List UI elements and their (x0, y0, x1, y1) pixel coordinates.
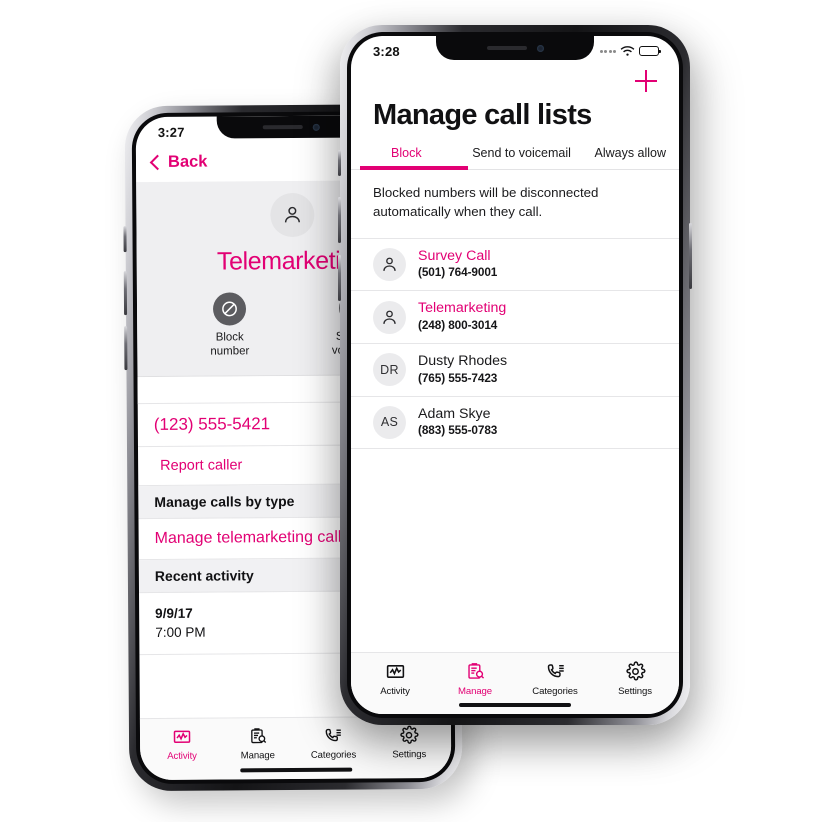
tab-categories-label: Categories (532, 686, 578, 697)
list-item[interactable]: AS Adam Skye (883) 555-0783 (351, 397, 679, 450)
contact-text: Adam Skye (883) 555-0783 (418, 406, 497, 440)
call-list-tabs: Block Send to voicemail Always allow (351, 132, 679, 170)
volume-down-button[interactable] (124, 326, 128, 371)
volume-up-button[interactable] (123, 271, 128, 316)
contact-number: (248) 800-3014 (418, 318, 498, 333)
tab-manage-label: Manage (240, 750, 275, 762)
front-tab-bar: Activity Manage Categories Settings (351, 652, 679, 714)
clipboard-search-icon (467, 663, 484, 679)
contact-number: (501) 764-9001 (418, 265, 498, 280)
activity-chart-icon (386, 665, 404, 678)
contact-name: Adam Skye (418, 405, 491, 422)
active-tab-underline (360, 166, 468, 170)
avatar (373, 247, 406, 281)
back-tab-bar: Activity Manage Categories Settings (139, 715, 452, 781)
chevron-left-icon (149, 154, 166, 170)
volume-up-button[interactable] (338, 197, 341, 243)
person-icon (383, 257, 396, 271)
contact-name: Telemarketing (418, 300, 507, 317)
gear-icon (400, 725, 419, 744)
person-icon (383, 310, 396, 324)
wifi-icon (620, 46, 635, 56)
front-phone-device: 3:28 Manage call lists Block Send to voi… (338, 25, 692, 725)
signal-dots-icon (599, 49, 616, 53)
battery-icon (639, 46, 661, 56)
gear-icon (625, 661, 645, 681)
avatar (373, 300, 406, 334)
list-item[interactable]: Telemarketing (248) 800-3014 (351, 291, 679, 344)
mute-switch[interactable] (338, 150, 341, 176)
add-row (351, 66, 679, 92)
avatar (269, 192, 315, 238)
tab-send-to-voicemail[interactable]: Send to voicemail (462, 146, 582, 169)
block-circle-icon (212, 292, 247, 326)
block-number-label-line2: number (210, 345, 250, 358)
contact-name: Survey Call (418, 247, 491, 264)
tab-activity-label: Activity (167, 750, 197, 762)
clipboard-search-icon (250, 728, 266, 744)
mute-switch[interactable] (123, 226, 127, 253)
tab-activity[interactable]: Activity (144, 727, 220, 781)
status-time: 3:28 (373, 43, 400, 59)
person-icon (284, 206, 300, 223)
tab-activity-label: Activity (380, 686, 410, 697)
back-nav-label: Back (167, 152, 208, 171)
volume-down-button[interactable] (338, 255, 341, 301)
contact-text: Dusty Rhodes (765) 555-7423 (418, 353, 507, 387)
contact-number: (765) 555-7423 (418, 370, 498, 385)
block-number-label-line1: Block (215, 331, 244, 344)
tab-settings[interactable]: Settings (595, 661, 675, 714)
contact-number: (883) 555-0783 (418, 423, 498, 438)
phone-list-icon (325, 728, 342, 742)
power-button[interactable] (689, 223, 692, 289)
tab-settings-label: Settings (618, 686, 652, 697)
contact-name: Dusty Rhodes (418, 352, 508, 369)
block-number-action[interactable]: Block number (190, 292, 268, 359)
page-title: Manage call lists (373, 99, 592, 131)
add-number-button[interactable] (635, 70, 657, 92)
avatar: DR (373, 353, 406, 387)
blocked-contact-list: Survey Call (501) 764-9001 Telemarketing… (351, 239, 679, 450)
contact-text: Telemarketing (248) 800-3014 (418, 300, 506, 334)
tab-manage-label: Manage (457, 686, 493, 697)
status-right-group (599, 45, 661, 57)
avatar: AS (373, 405, 406, 439)
front-phone-screen: 3:28 Manage call lists Block Send to voi… (351, 36, 679, 714)
contact-text: Survey Call (501) 764-9001 (418, 248, 497, 282)
blocked-numbers-description: Blocked numbers will be disconnected aut… (351, 170, 679, 239)
phone-list-icon (547, 664, 564, 678)
list-item[interactable]: Survey Call (501) 764-9001 (351, 239, 679, 292)
status-time: 3:27 (157, 124, 185, 140)
tab-activity[interactable]: Activity (355, 661, 435, 714)
home-indicator[interactable] (459, 702, 571, 707)
tab-categories-label: Categories (310, 749, 357, 761)
front-phone-bezel: 3:28 Manage call lists Block Send to voi… (347, 32, 683, 718)
tab-settings[interactable]: Settings (371, 725, 447, 779)
front-status-bar: 3:28 (351, 36, 679, 66)
list-item[interactable]: DR Dusty Rhodes (765) 555-7423 (351, 344, 679, 397)
tab-always-allow[interactable]: Always allow (582, 146, 679, 169)
home-indicator[interactable] (239, 767, 352, 773)
activity-chart-icon (173, 730, 191, 743)
tab-settings-label: Settings (392, 749, 427, 761)
